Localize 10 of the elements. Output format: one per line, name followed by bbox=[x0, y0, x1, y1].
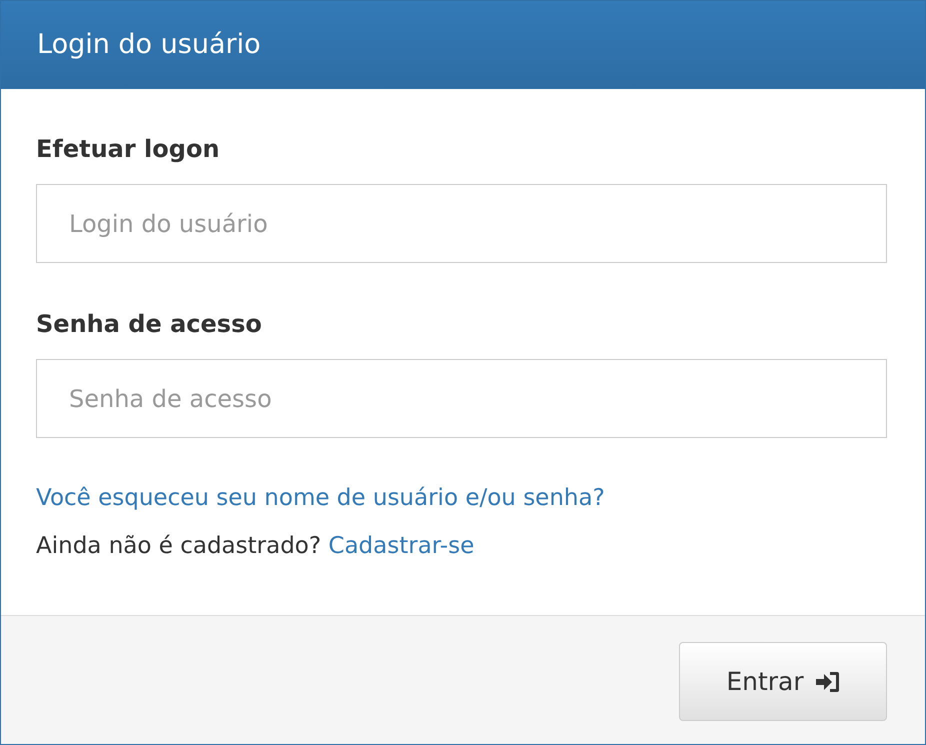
sign-in-icon bbox=[816, 670, 840, 692]
input-field[interactable]: Login do usuário bbox=[36, 184, 887, 263]
forgot-password-link[interactable]: Você esqueceu seu nome de usuário e/ou senha? bbox=[36, 485, 605, 511]
field-label: Efetuar logon bbox=[36, 134, 220, 165]
register-link[interactable]: Cadastrar-se bbox=[328, 533, 474, 559]
submit-button[interactable]: Entrar bbox=[679, 642, 887, 721]
field-label: Senha de acesso bbox=[36, 309, 262, 340]
input-field[interactable]: Senha de acesso bbox=[36, 359, 887, 438]
panel-title: Login do usuário bbox=[37, 29, 261, 60]
register-prompt: Ainda não é cadastrado? bbox=[36, 533, 322, 559]
